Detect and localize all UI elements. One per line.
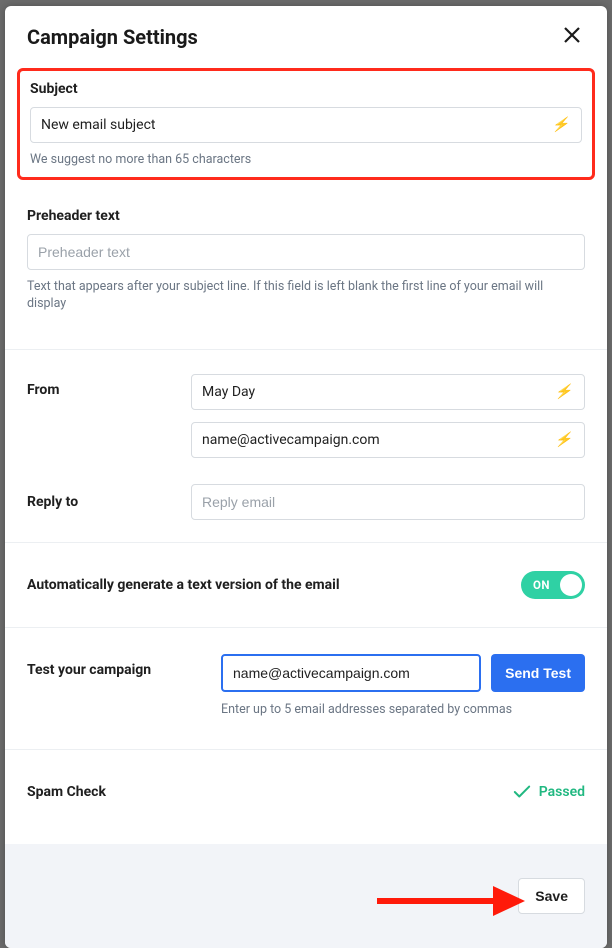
subject-value: New email subject xyxy=(41,117,156,133)
modal-header: Campaign Settings xyxy=(5,6,607,60)
toggle-knob xyxy=(560,574,582,596)
from-name-select[interactable]: May Day ⚡ xyxy=(191,374,585,410)
test-label: Test your campaign xyxy=(27,662,207,678)
preheader-label: Preheader text xyxy=(27,208,585,224)
personalize-icon[interactable]: ⚡ xyxy=(552,117,569,133)
personalize-icon[interactable]: ⚡ xyxy=(555,384,572,400)
preheader-input[interactable] xyxy=(27,234,585,270)
preheader-hint: Text that appears after your subject lin… xyxy=(27,278,585,313)
spam-status-text: Passed xyxy=(539,784,585,800)
test-email-input[interactable] xyxy=(221,654,481,692)
from-email-value: name@activecampaign.com xyxy=(202,432,380,448)
spam-check-status: Passed xyxy=(513,784,585,800)
reply-to-label: Reply to xyxy=(27,494,177,510)
annotation-arrow xyxy=(377,884,525,918)
subject-input[interactable]: New email subject ⚡ xyxy=(30,107,582,143)
toggle-state-text: ON xyxy=(533,578,550,592)
from-name-value: May Day xyxy=(202,384,255,400)
subject-hint: We suggest no more than 65 characters xyxy=(30,151,582,169)
text-version-toggle[interactable]: ON xyxy=(521,571,585,599)
modal-footer: Save xyxy=(5,844,607,948)
from-section: From May Day ⚡ name@activecampaign.com ⚡ xyxy=(5,350,607,480)
text-version-label: Automatically generate a text version of… xyxy=(27,577,340,593)
from-email-select[interactable]: name@activecampaign.com ⚡ xyxy=(191,422,585,458)
test-hint: Enter up to 5 email addresses separated … xyxy=(221,702,585,717)
save-button[interactable]: Save xyxy=(518,878,585,914)
from-label: From xyxy=(27,382,177,448)
campaign-settings-modal: Campaign Settings Subject New email subj… xyxy=(5,6,607,948)
close-icon xyxy=(563,26,581,44)
subject-highlight-box: Subject New email subject ⚡ We suggest n… xyxy=(17,68,595,180)
subject-label: Subject xyxy=(30,81,582,97)
check-icon xyxy=(513,785,531,799)
spam-check-row: Spam Check Passed xyxy=(5,750,607,844)
text-version-row: Automatically generate a text version of… xyxy=(5,543,607,627)
personalize-icon[interactable]: ⚡ xyxy=(555,432,572,448)
reply-to-input[interactable] xyxy=(191,484,585,520)
spam-check-label: Spam Check xyxy=(27,784,106,800)
reply-to-section: Reply to xyxy=(5,480,607,542)
close-button[interactable] xyxy=(559,24,585,50)
modal-title: Campaign Settings xyxy=(27,25,198,49)
send-test-button[interactable]: Send Test xyxy=(491,654,585,692)
test-campaign-section: Test your campaign Send Test Enter up to… xyxy=(5,628,607,723)
preheader-section: Preheader text Text that appears after y… xyxy=(5,190,607,331)
